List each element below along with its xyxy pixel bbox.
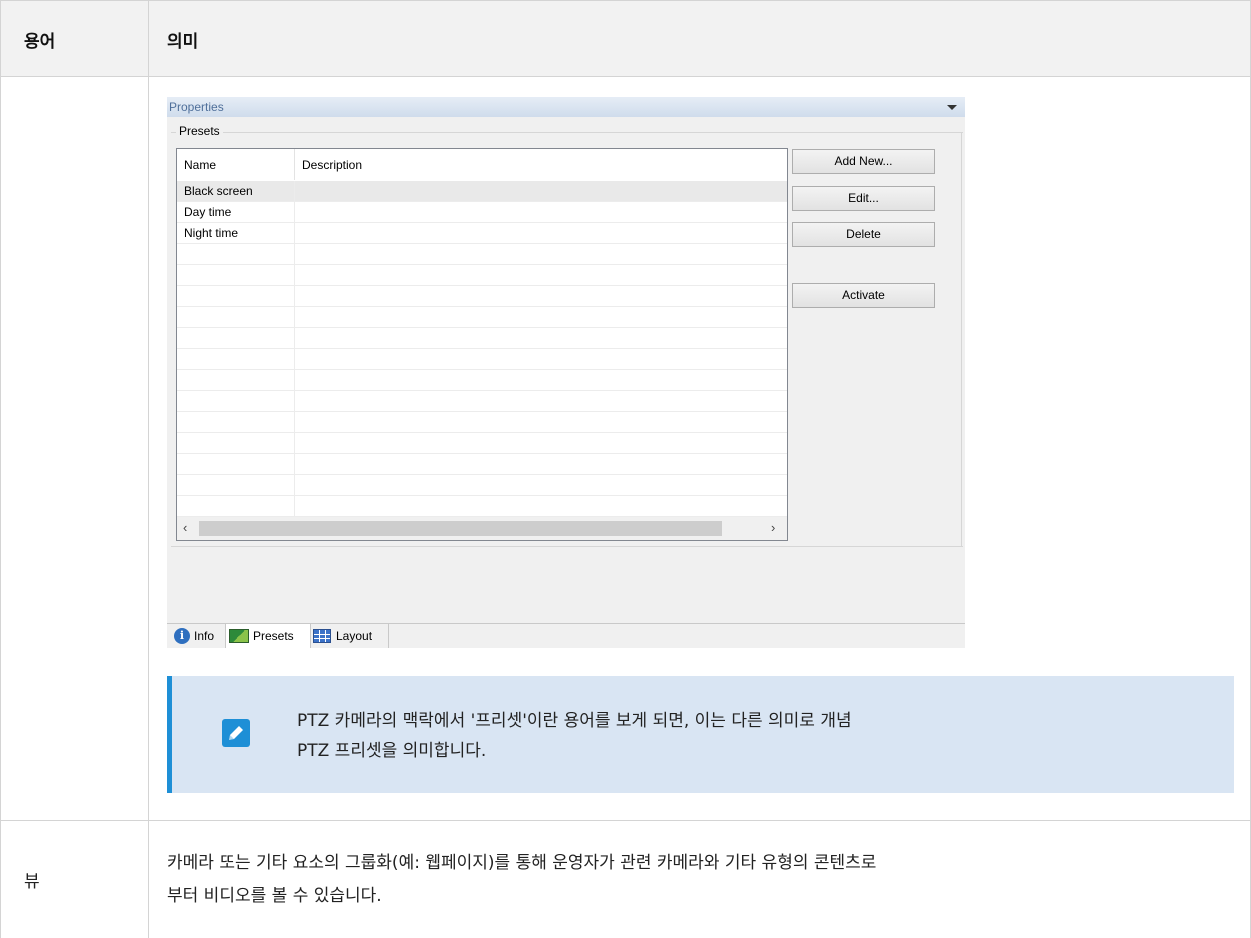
row-divider — [0, 820, 1251, 821]
row-view-desc-line2: 부터 비디오를 볼 수 있습니다. — [167, 886, 382, 906]
list-rows: Black screen Day time Night time — [177, 181, 787, 517]
row-view-desc-line1: 카메라 또는 기타 요소의 그룹화(예: 웹페이지)를 통해 운영자가 관련 카… — [167, 853, 877, 873]
preset-name: Night time — [184, 226, 239, 240]
column-header-description[interactable]: Description — [302, 158, 362, 172]
empty-row — [177, 286, 787, 307]
list-header: Name Description — [177, 149, 787, 180]
empty-row — [177, 307, 787, 328]
layout-grid-icon — [313, 629, 331, 643]
group-right-border — [961, 132, 962, 546]
tab-layout-label: Layout — [336, 629, 373, 643]
list-item[interactable]: Black screen — [177, 181, 787, 202]
header-meaning: 의미 — [167, 32, 199, 52]
table-header-row: 용어 의미 — [0, 0, 1251, 76]
note-line2: PTZ 프리셋을 의미합니다. — [297, 741, 487, 761]
column-separator[interactable] — [294, 149, 295, 180]
header-term: 용어 — [24, 32, 56, 52]
column-header-name[interactable]: Name — [184, 158, 216, 172]
horizontal-scrollbar[interactable]: ‹ › — [177, 517, 787, 540]
preset-name: Day time — [184, 205, 232, 219]
activate-button[interactable]: Activate — [792, 283, 935, 308]
note-accent-bar — [167, 676, 172, 793]
edit-button[interactable]: Edit... — [792, 186, 935, 211]
panel-tab-strip: i Info Presets Layout — [167, 623, 965, 648]
tab-info-label: Info — [194, 629, 215, 643]
tab-presets[interactable]: Presets — [225, 624, 311, 648]
group-bottom-border — [171, 546, 963, 547]
empty-row — [177, 265, 787, 286]
list-item[interactable]: Day time — [177, 202, 787, 223]
scroll-right-icon[interactable]: › — [771, 520, 775, 535]
scrollbar-thumb[interactable] — [199, 521, 722, 536]
empty-row — [177, 391, 787, 412]
properties-title: Properties — [169, 100, 224, 114]
pencil-icon — [222, 719, 250, 747]
info-icon: i — [174, 628, 190, 644]
preset-name: Black screen — [184, 184, 253, 198]
empty-row — [177, 496, 787, 517]
properties-title-bar: Properties — [167, 97, 965, 117]
list-item[interactable]: Night time — [177, 223, 787, 244]
note-callout: PTZ 카메라의 맥락에서 '프리셋'이란 용어를 보게 되면, 이는 다른 의… — [167, 676, 1234, 793]
tab-info[interactable]: i Info — [167, 624, 225, 648]
tab-presets-label: Presets — [253, 629, 294, 643]
table-left-border — [0, 0, 1, 938]
header-divider — [0, 76, 1251, 77]
empty-row — [177, 370, 787, 391]
group-top-border — [171, 132, 963, 133]
scroll-left-icon[interactable]: ‹ — [183, 520, 187, 535]
empty-row — [177, 349, 787, 370]
add-new-button[interactable]: Add New... — [792, 149, 935, 174]
delete-button[interactable]: Delete — [792, 222, 935, 247]
empty-row — [177, 433, 787, 454]
presets-group-label: Presets — [176, 124, 223, 138]
properties-panel: Properties Presets Name Description Blac… — [167, 97, 965, 648]
note-text: PTZ 카메라의 맥락에서 '프리셋'이란 용어를 보게 되면, 이는 다른 의… — [297, 706, 852, 766]
empty-row — [177, 454, 787, 475]
empty-row — [177, 328, 787, 349]
empty-row — [177, 412, 787, 433]
table-column-divider — [148, 0, 149, 938]
note-line1: PTZ 카메라의 맥락에서 '프리셋'이란 용어를 보게 되면, 이는 다른 의… — [297, 711, 852, 731]
tab-layout[interactable]: Layout — [310, 624, 389, 648]
empty-row — [177, 244, 787, 265]
presets-icon — [229, 629, 249, 643]
table-top-border — [0, 0, 1251, 1]
row-view-term: 뷰 — [24, 872, 40, 892]
empty-row — [177, 475, 787, 496]
presets-list[interactable]: Name Description Black screen Day time N… — [176, 148, 788, 541]
chevron-down-icon[interactable] — [947, 105, 957, 110]
